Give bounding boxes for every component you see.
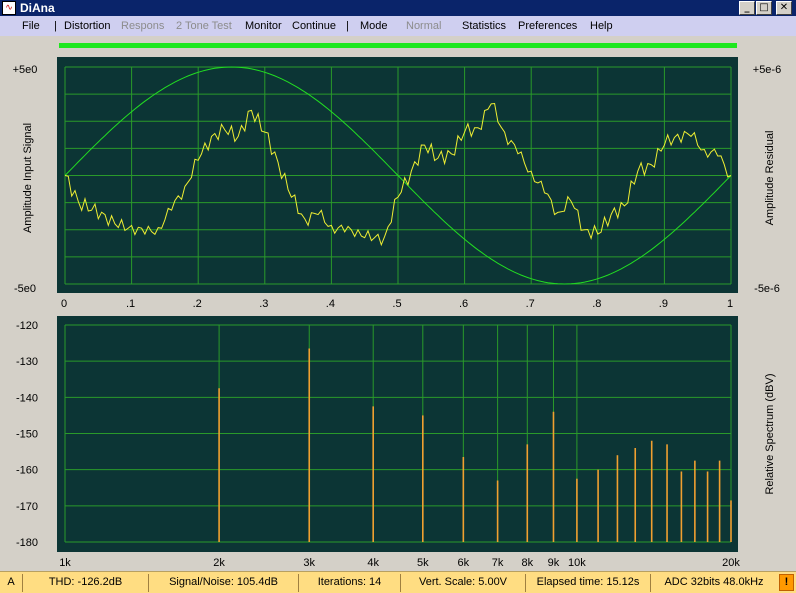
waveform-right-axis-label: Amplitude Residual — [764, 131, 776, 226]
spectrum-x-tick-label: 20k — [722, 557, 740, 569]
spectrum-right-axis-label: Relative Spectrum (dBV) — [764, 373, 776, 494]
spectrum-y-tick-label: -120 — [16, 320, 38, 332]
waveform-x-tick-label: .9 — [659, 298, 668, 310]
waveform-x-tick-label: .1 — [126, 298, 135, 310]
status-thd: THD: -126.2dB — [22, 574, 148, 592]
charts-canvas: 0 .1 .2 .3 .4 .5 .6 .7 .8 .9 1 +5e0 -5e0 +5e-6 -5e-6 Am… — [13, 64, 782, 569]
waveform-left-tick-label: -5e0 — [14, 283, 36, 295]
waveform-x-tick-label: .5 — [392, 298, 401, 310]
status-iterations: Iterations: 14 — [298, 574, 400, 592]
waveform-x-tick-label: .3 — [259, 298, 268, 310]
warning-icon[interactable]: ! — [779, 574, 794, 591]
waveform-x-tick-label: .4 — [326, 298, 335, 310]
spectrum-y-tick-label: -130 — [16, 356, 38, 368]
waveform-x-tick-label: .2 — [193, 298, 202, 310]
status-channel: A — [7, 576, 15, 588]
waveform-x-tick-label: .7 — [526, 298, 535, 310]
waveform-left-axis-label: Amplitude Input Signal — [22, 123, 34, 233]
status-vert-scale: Vert. Scale: 5.00V — [400, 574, 525, 592]
spectrum-x-tick-label: 3k — [303, 557, 315, 569]
status-elapsed-time: Elapsed time: 15.12s — [525, 574, 650, 592]
spectrum-x-tick-label: 4k — [367, 557, 379, 569]
waveform-right-tick-label: +5e-6 — [753, 64, 781, 76]
waveform-x-tick-label: .8 — [592, 298, 601, 310]
spectrum-y-tick-label: -180 — [16, 537, 38, 549]
spectrum-x-tick-label: 6k — [458, 557, 470, 569]
spectrum-y-tick-label: -140 — [16, 392, 38, 404]
spectrum-y-tick-label: -150 — [16, 429, 38, 441]
spectrum-x-tick-label: 1k — [59, 557, 71, 569]
spectrum-x-tick-label: 5k — [417, 557, 429, 569]
waveform-x-tick-label: 1 — [727, 298, 733, 310]
status-bar: A THD: -126.2dB Signal/Noise: 105.4dB It… — [0, 571, 796, 593]
status-adc: ADC 32bits 48.0kHz — [650, 574, 777, 592]
spectrum-x-tick-label: 2k — [213, 557, 225, 569]
spectrum-x-tick-label: 10k — [568, 557, 586, 569]
spectrum-y-tick-label: -160 — [16, 465, 38, 477]
waveform-x-tick-label: .6 — [459, 298, 468, 310]
spectrum-x-tick-label: 7k — [492, 557, 504, 569]
spectrum-x-tick-label: 8k — [521, 557, 533, 569]
spectrum-x-tick-label: 9k — [548, 557, 560, 569]
waveform-left-tick-label: +5e0 — [13, 64, 38, 76]
spectrum-y-tick-label: -170 — [16, 501, 38, 513]
waveform-right-tick-label: -5e-6 — [754, 283, 780, 295]
waveform-x-tick-label: 0 — [61, 298, 67, 310]
status-signal-noise: Signal/Noise: 105.4dB — [148, 574, 298, 592]
